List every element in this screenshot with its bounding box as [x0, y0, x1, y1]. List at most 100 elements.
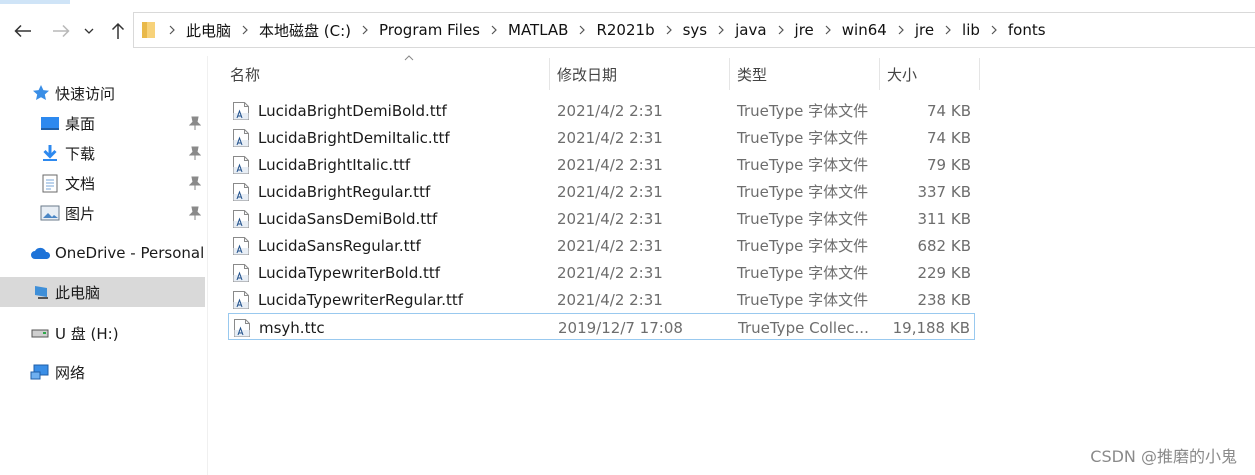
font-file-icon	[233, 156, 249, 174]
nav-item-downloads[interactable]: 下载	[0, 138, 205, 168]
file-modified-date: 2019/12/7 17:08	[558, 318, 683, 337]
breadcrumb-separator-icon[interactable]	[657, 25, 681, 35]
nav-this-pc[interactable]: 此电脑	[0, 277, 205, 307]
up-button[interactable]	[105, 18, 131, 44]
breadcrumb-separator-icon[interactable]	[982, 25, 1006, 35]
font-file-icon	[234, 319, 250, 337]
breadcrumb-item[interactable]: R2021b	[594, 21, 656, 39]
nav-item-label: 桌面	[65, 114, 96, 133]
breadcrumb-separator-icon[interactable]	[482, 25, 506, 35]
file-size: 79 KB	[927, 155, 971, 174]
file-name: LucidaSansDemiBold.ttf	[258, 209, 438, 228]
column-header-size-label: 大小	[887, 65, 918, 84]
cloud-icon	[30, 243, 52, 263]
column-divider[interactable]	[729, 58, 730, 90]
nav-network[interactable]: 网络	[0, 357, 205, 387]
nav-item-documents[interactable]: 文档	[0, 168, 205, 198]
file-row[interactable]: LucidaSansRegular.ttf 2021/4/2 2:31 TrueTy…	[228, 232, 975, 259]
breadcrumb-item[interactable]: 此电脑	[184, 20, 233, 41]
address-bar[interactable]: 此电脑 本地磁盘 (C:) Program Files MATLAB R2021b sys…	[133, 12, 1255, 48]
breadcrumb-item[interactable]: 本地磁盘 (C:)	[257, 20, 353, 41]
pin-icon[interactable]	[188, 205, 202, 221]
nav-item-label: 下载	[65, 144, 96, 163]
back-button[interactable]	[10, 18, 36, 44]
breadcrumb-item[interactable]: jre	[793, 21, 816, 39]
folder-icon	[138, 19, 160, 41]
column-header-size[interactable]: 大小	[887, 56, 977, 92]
breadcrumb-separator-icon[interactable]	[936, 25, 960, 35]
file-name: LucidaBrightDemiBold.ttf	[258, 101, 447, 120]
column-header-type[interactable]: 类型	[737, 56, 877, 92]
computer-icon	[32, 282, 52, 302]
file-row[interactable]: LucidaBrightDemiItalic.ttf 2021/4/2 2:31 T…	[228, 124, 975, 151]
chevron-down-icon	[84, 28, 94, 34]
document-icon	[40, 173, 60, 193]
file-size: 682 KB	[917, 236, 971, 255]
font-file-icon	[233, 210, 249, 228]
forward-button[interactable]	[48, 18, 74, 44]
file-size: 229 KB	[917, 263, 971, 282]
nav-usb-drive[interactable]: U 盘 (H:)	[0, 318, 205, 348]
breadcrumb-item[interactable]: lib	[960, 21, 982, 39]
back-arrow-icon	[14, 24, 31, 38]
breadcrumb-separator-icon[interactable]	[570, 25, 594, 35]
file-modified-date: 2021/4/2 2:31	[557, 263, 663, 282]
file-row[interactable]: LucidaTypewriterRegular.ttf 2021/4/2 2:31…	[228, 286, 975, 313]
nav-item-pictures[interactable]: 图片	[0, 198, 205, 228]
breadcrumb-item[interactable]: win64	[840, 21, 889, 39]
nav-item-desktop[interactable]: 桌面	[0, 108, 205, 138]
breadcrumb-item[interactable]: Program Files	[377, 21, 482, 39]
file-name: LucidaTypewriterRegular.ttf	[258, 290, 464, 309]
pin-icon[interactable]	[188, 175, 202, 191]
file-size: 238 KB	[917, 290, 971, 309]
breadcrumb-item[interactable]: MATLAB	[506, 21, 570, 39]
pin-icon[interactable]	[188, 115, 202, 131]
usb-drive-icon	[30, 323, 50, 343]
column-divider[interactable]	[979, 58, 980, 90]
file-row[interactable]: LucidaTypewriterBold.ttf 2021/4/2 2:31 Tru…	[228, 259, 975, 286]
pin-icon[interactable]	[188, 145, 202, 161]
breadcrumb-item[interactable]: fonts	[1006, 21, 1048, 39]
file-size: 337 KB	[917, 182, 971, 201]
breadcrumb-separator-icon[interactable]	[709, 25, 733, 35]
file-type: TrueType Collec...	[738, 318, 869, 337]
file-type: TrueType 字体文件	[737, 237, 869, 255]
up-arrow-icon	[111, 22, 125, 39]
breadcrumb-separator-icon[interactable]	[816, 25, 840, 35]
breadcrumb-item[interactable]: java	[733, 21, 768, 39]
breadcrumb-item[interactable]: jre	[913, 21, 936, 39]
column-header-date[interactable]: 修改日期	[557, 56, 727, 92]
column-divider[interactable]	[549, 58, 550, 90]
file-row[interactable]: LucidaBrightDemiBold.ttf 2021/4/2 2:31 Tru…	[228, 97, 975, 124]
file-modified-date: 2021/4/2 2:31	[557, 182, 663, 201]
column-header-name[interactable]: 名称	[230, 55, 548, 92]
breadcrumb-separator-icon[interactable]	[769, 25, 793, 35]
column-header-name-label: 名称	[230, 65, 261, 84]
nav-quick-access-label: 快速访问	[55, 84, 116, 103]
font-file-icon	[233, 183, 249, 201]
file-type: TrueType 字体文件	[737, 264, 869, 282]
file-row[interactable]: msyh.ttc 2019/12/7 17:08 TrueType Collec..…	[228, 313, 975, 340]
font-file-icon	[233, 102, 249, 120]
file-name: LucidaBrightRegular.ttf	[258, 182, 431, 201]
nav-item-label: 文档	[65, 174, 96, 193]
breadcrumb-separator-icon[interactable]	[889, 25, 913, 35]
breadcrumb-separator-icon[interactable]	[353, 25, 377, 35]
file-row[interactable]: LucidaBrightItalic.ttf 2021/4/2 2:31 TrueT…	[228, 151, 975, 178]
file-row[interactable]: LucidaBrightRegular.ttf 2021/4/2 2:31 True…	[228, 178, 975, 205]
nav-network-label: 网络	[55, 363, 86, 382]
breadcrumb-item[interactable]: sys	[681, 21, 710, 39]
column-divider[interactable]	[879, 58, 880, 90]
nav-onedrive[interactable]: OneDrive - Personal	[0, 238, 205, 268]
recent-locations-button[interactable]	[80, 18, 98, 44]
file-row[interactable]: LucidaSansDemiBold.ttf 2021/4/2 2:31 TrueT…	[228, 205, 975, 232]
nav-quick-access[interactable]: 快速访问	[0, 78, 205, 108]
file-name: LucidaTypewriterBold.ttf	[258, 263, 441, 282]
sort-ascending-icon	[404, 55, 414, 61]
file-size: 19,188 KB	[892, 318, 970, 337]
navigation-pane: 快速访问 桌面 下载 文档 图片 OneDrive - Personal 此电脑…	[0, 56, 208, 475]
pictures-icon	[40, 203, 60, 223]
breadcrumb-separator-icon[interactable]	[160, 25, 184, 35]
download-icon	[40, 143, 60, 163]
breadcrumb-separator-icon[interactable]	[233, 25, 257, 35]
